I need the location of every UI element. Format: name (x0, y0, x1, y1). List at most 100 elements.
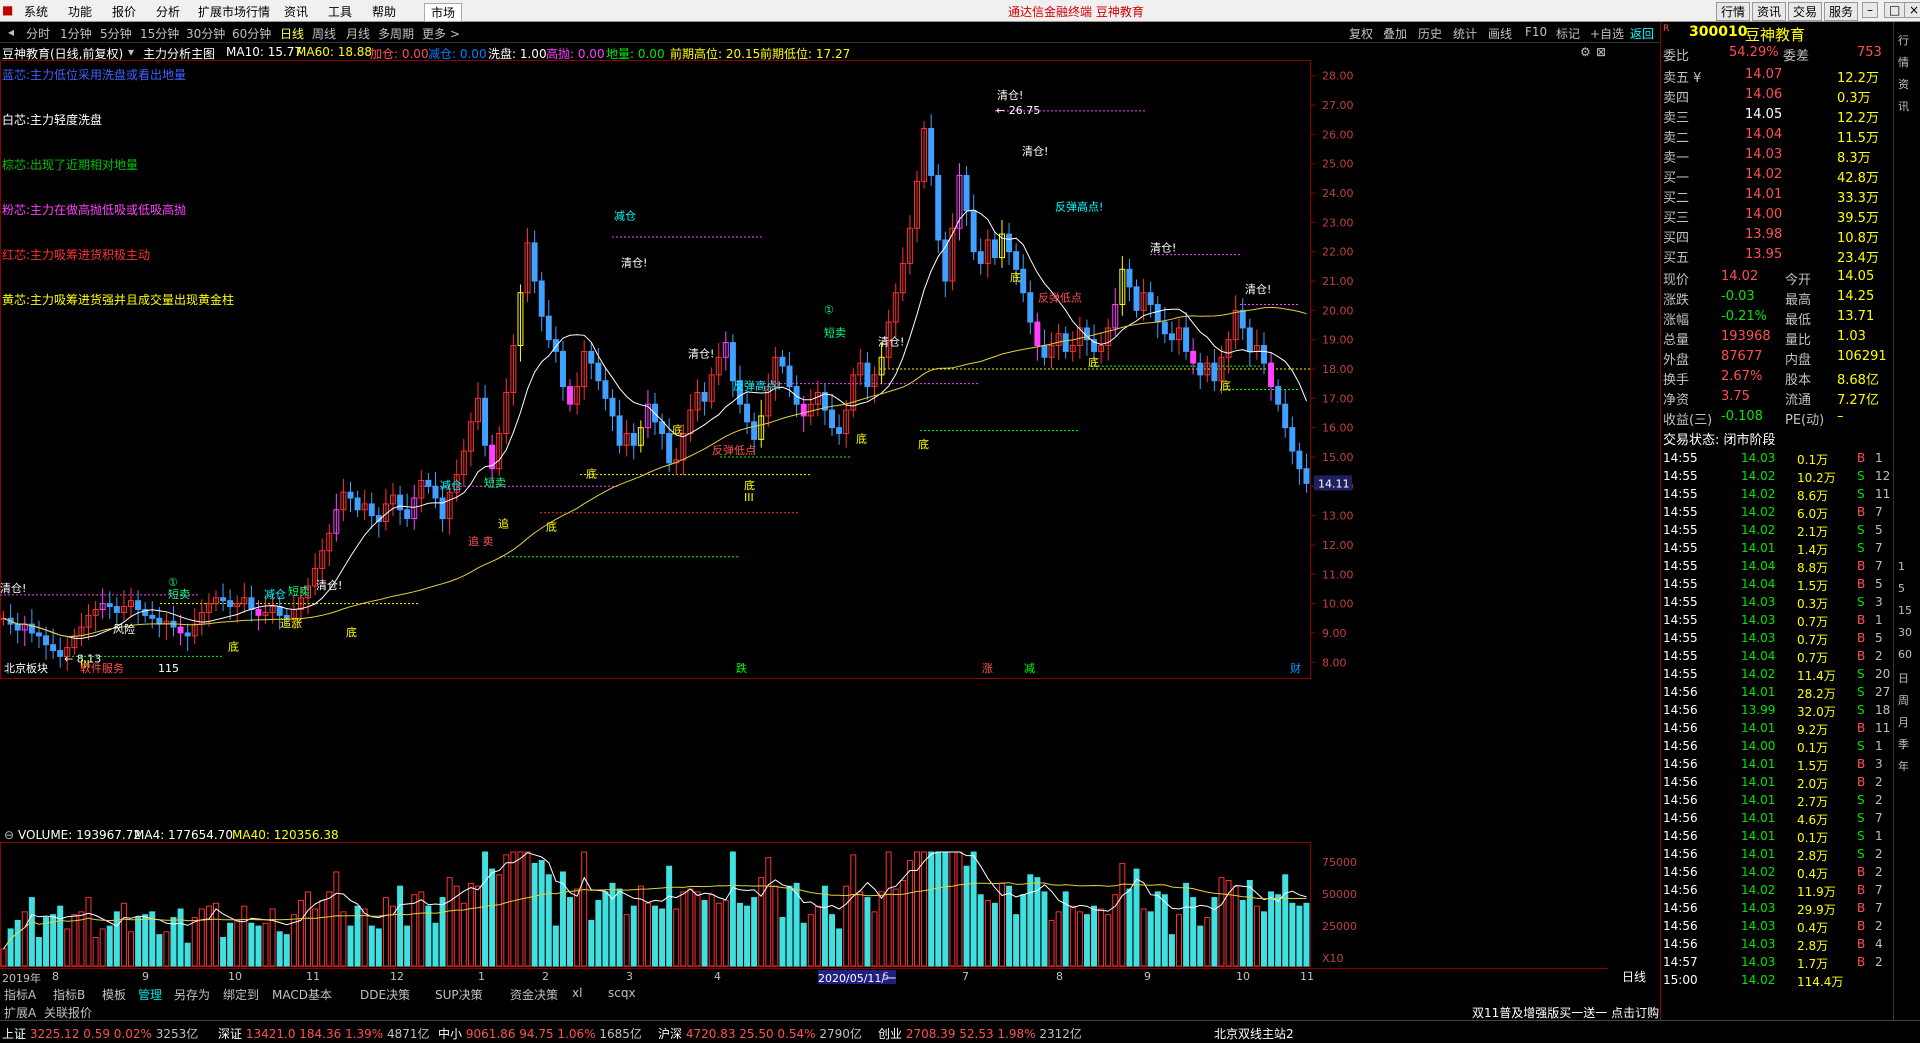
price-chart[interactable]: 清仓! 短卖①风险← 8.13III底减仓 短卖 清仓!追涨底减仓 短卖追追 卖底底减仓… (0, 60, 1660, 826)
volume-bar (821, 885, 828, 967)
period-30min[interactable]: 30分钟 (186, 25, 225, 42)
price-axis-label: 17.00 (1322, 392, 1354, 405)
volume-bar (843, 885, 850, 967)
tick-row: 14:55 14.03 0.7万 B 5 (1661, 630, 1893, 648)
period-5min[interactable]: 5分钟 (100, 25, 132, 42)
tick-cell: 2.7万 (1797, 795, 1829, 809)
menu-analysis[interactable]: 分析 (156, 3, 180, 20)
index-quote[interactable]: 沪深 4720.83 25.50 0.54% 2790亿 (658, 1025, 862, 1042)
indicator-tab[interactable]: 另存为 (174, 986, 210, 1003)
side-tool-button[interactable]: 情 (1898, 54, 1909, 70)
settings-gear-icon[interactable]: ⚙ (1580, 45, 1591, 59)
candle-body (1268, 362, 1275, 388)
menu-help[interactable]: 帮助 (372, 3, 396, 20)
tick-cell: B (1857, 883, 1866, 897)
menu-quote[interactable]: 报价 (112, 3, 136, 20)
tick-cell: B (1857, 613, 1866, 627)
panel-close-icon[interactable]: ⊠ (1596, 45, 1606, 59)
side-tool-button[interactable]: 60 (1898, 648, 1912, 661)
menu-news[interactable]: 资讯 (284, 3, 308, 20)
volume-bar (71, 914, 78, 967)
stat-row-cell: 现价 (1663, 273, 1690, 288)
close-icon[interactable]: × (1904, 2, 1920, 18)
side-tool-button[interactable]: 日 (1898, 670, 1909, 686)
btn-stats[interactable]: 统计 (1453, 25, 1477, 42)
btn-return[interactable]: 返回 (1630, 25, 1654, 42)
index-quote[interactable]: 深证 13421.0 184.36 1.39% 4871亿 (218, 1025, 430, 1042)
side-tool-button[interactable]: 年 (1898, 758, 1909, 774)
side-tool-button[interactable]: 月 (1898, 714, 1909, 730)
btn-add-watchlist[interactable]: +自选 (1590, 25, 1624, 42)
index-quote[interactable]: 中小 9061.86 94.75 1.06% 1685亿 (438, 1025, 642, 1042)
side-tool-button[interactable]: 30 (1898, 626, 1912, 639)
menu-tools[interactable]: 工具 (328, 3, 352, 20)
menu-market[interactable]: 市场 (424, 3, 463, 22)
candle-body (786, 365, 793, 388)
indicator-tab[interactable]: DDE决策 (360, 986, 410, 1003)
side-tool-button[interactable]: 1 (1898, 560, 1905, 573)
tick-row: 14:55 14.02 6.0万 B 7 (1661, 504, 1893, 522)
btn-overlay[interactable]: 叠加 (1383, 25, 1407, 42)
side-tool-button[interactable]: 资 (1898, 76, 1909, 92)
volume-bar (602, 891, 609, 967)
volume-chart[interactable]: 75000 50000 25000 X10 (0, 826, 1660, 968)
tick-cell: 14:55 (1663, 541, 1698, 555)
period-multi[interactable]: 多周期 (378, 25, 414, 42)
period-more[interactable]: 更多 > (422, 25, 460, 42)
promo-link[interactable]: 双11普及增强版买一送一 点击订购 (1472, 1004, 1659, 1021)
minimize-icon[interactable]: – (1862, 2, 1878, 18)
index-quote[interactable]: 上证 3225.12 0.59 0.02% 3253亿 (2, 1025, 198, 1042)
indicator-tab[interactable]: 资金决策 (510, 986, 558, 1003)
side-tool-button[interactable]: 5 (1898, 582, 1905, 595)
indicator-tab[interactable]: 模板 (102, 986, 126, 1003)
tab-ext-a[interactable]: 扩展A (4, 1004, 36, 1021)
back-arrow-icon[interactable]: ◂ (8, 25, 14, 39)
indicator-tab[interactable]: scqx (608, 986, 636, 1000)
period-monthly[interactable]: 月线 (346, 25, 370, 42)
top-btn-service[interactable]: 服务 (1824, 2, 1859, 21)
indicator-tab[interactable]: 指标B (53, 986, 85, 1003)
indicator-dropdown-icon[interactable]: ▾ (128, 45, 134, 59)
btn-draw[interactable]: 画线 (1488, 25, 1512, 42)
candle-body (14, 623, 21, 631)
indicator-tab[interactable]: MACD基本 (272, 986, 332, 1003)
btn-mark[interactable]: 标记 (1556, 25, 1580, 42)
period-weekly[interactable]: 周线 (312, 25, 336, 42)
top-btn-news[interactable]: 资讯 (1752, 2, 1787, 21)
period-15min[interactable]: 15分钟 (140, 25, 179, 42)
indicator-tab[interactable]: xl (572, 986, 582, 1000)
maximize-icon[interactable]: □ (1884, 2, 1906, 18)
indicator-tab[interactable]: 管理 (138, 986, 162, 1003)
menu-system[interactable]: 系统 (24, 3, 48, 20)
side-tool-button[interactable]: 行 (1898, 32, 1909, 48)
btn-fuquan[interactable]: 复权 (1349, 25, 1373, 42)
tab-related-quote[interactable]: 关联报价 (44, 1004, 92, 1021)
ask-row-cell: 14.05 (1745, 107, 1783, 122)
indicator-tab[interactable]: 绑定到 (223, 986, 259, 1003)
volume-bar (644, 902, 651, 967)
volume-bar (652, 905, 658, 967)
btn-f10[interactable]: F10 (1525, 25, 1547, 39)
index-quote[interactable]: 创业 2708.39 52.53 1.98% 2312亿 (878, 1025, 1082, 1042)
tick-cell: 0.4万 (1797, 921, 1829, 935)
menu-function[interactable]: 功能 (68, 3, 92, 20)
candle-body (836, 427, 843, 435)
btn-history[interactable]: 历史 (1418, 25, 1442, 42)
tick-row: 14:56 14.01 4.6万 S 7 (1661, 810, 1893, 828)
top-btn-quote[interactable]: 行情 (1716, 2, 1751, 21)
period-60min[interactable]: 60分钟 (232, 25, 271, 42)
volume-bar (765, 857, 772, 967)
period-daily[interactable]: 日线 (280, 25, 304, 42)
menu-ext-market[interactable]: 扩展市场行情 (198, 3, 270, 20)
indicator-tab[interactable]: SUP决策 (435, 986, 483, 1003)
top-btn-trade[interactable]: 交易 (1788, 2, 1823, 21)
candle-body (1260, 345, 1267, 364)
side-tool-button[interactable]: 季 (1898, 736, 1909, 752)
side-tool-button[interactable]: 15 (1898, 604, 1912, 617)
indicator-tab[interactable]: 指标A (4, 986, 36, 1003)
side-tool-button[interactable]: 周 (1898, 692, 1909, 708)
tick-cell: 1 (1875, 829, 1883, 843)
period-1min[interactable]: 1分钟 (60, 25, 92, 42)
side-tool-button[interactable]: 讯 (1898, 98, 1909, 114)
period-fenshi[interactable]: 分时 (26, 25, 50, 42)
